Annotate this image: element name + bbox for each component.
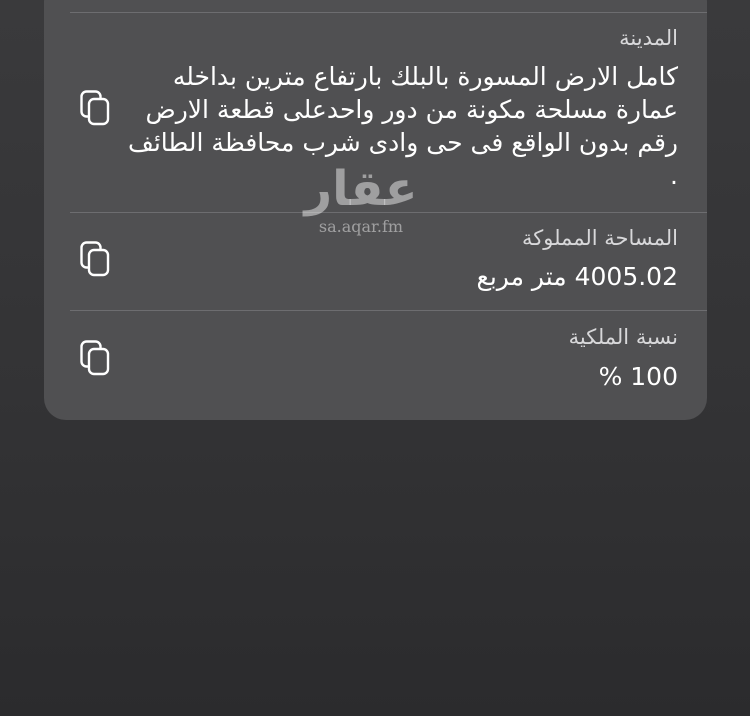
watermark-url: sa.aqar.fm bbox=[318, 217, 404, 236]
divider-2 bbox=[70, 310, 707, 311]
owned-area-label: المساحة المملوكة bbox=[522, 226, 678, 250]
owned-area-value: 4005.02 متر مربع bbox=[476, 262, 678, 291]
ownership-ratio-value: 100 % bbox=[598, 362, 678, 391]
copy-icon[interactable] bbox=[80, 90, 110, 126]
watermark-logo: عقار bbox=[304, 161, 418, 217]
city-label: المدينة bbox=[619, 26, 678, 50]
copy-icon[interactable] bbox=[80, 241, 110, 277]
aqar-watermark: عقار sa.aqar.fm bbox=[296, 160, 426, 236]
ownership-ratio-label: نسبة الملكية bbox=[568, 325, 678, 349]
copy-icon[interactable] bbox=[80, 340, 110, 376]
top-divider bbox=[70, 12, 707, 13]
